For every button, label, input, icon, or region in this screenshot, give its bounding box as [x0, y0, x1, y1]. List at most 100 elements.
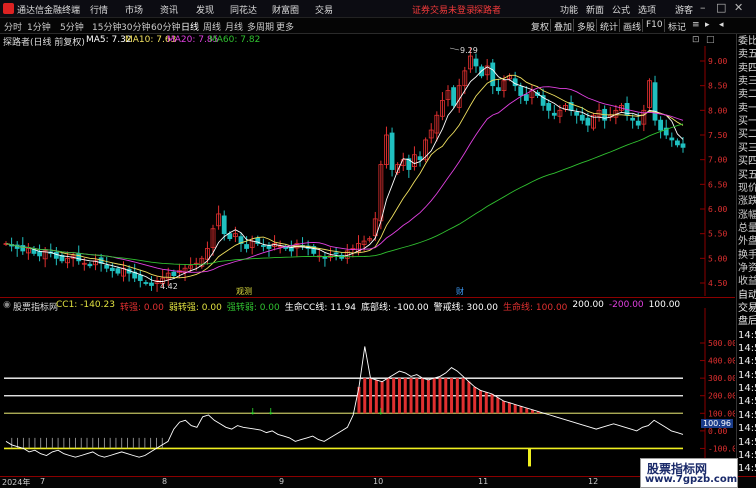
app-name: 通达信金融终端 [17, 6, 81, 16]
watermark-url: www.7gpzb.com [645, 474, 738, 485]
menu-wealth[interactable]: 财富圈 [272, 3, 299, 16]
tab-1min[interactable]: 1分钟 [27, 20, 51, 33]
statistics-button[interactable]: 统计 [600, 20, 618, 33]
new-page-button[interactable]: 新面 [586, 3, 604, 16]
menu-ask[interactable]: 同花达 [230, 3, 257, 16]
guest-label[interactable]: 游客 [675, 3, 693, 16]
candle-body [322, 256, 328, 259]
side-label: 卖三 [738, 76, 756, 88]
strength-bar [363, 378, 367, 414]
collapse-icon[interactable]: ⊡ [692, 35, 700, 45]
indicator-settings-icon[interactable]: ◉ [3, 300, 11, 310]
tab-daily[interactable]: 日线 [181, 20, 199, 33]
multi-stock-button[interactable]: 多股 [577, 20, 595, 33]
indicator-tick-label: 500.00 [708, 339, 735, 348]
indicator-panel[interactable]: ↓ ↓ ↓ 500.00 400.00 300.00 200.00 100.00 0.00 -1… [0, 297, 735, 476]
side-label: 委比 [738, 36, 756, 47]
function-button[interactable]: 功能 [560, 3, 578, 16]
candle-body [115, 268, 121, 274]
turn-strong-value: 转强: 0.00 [119, 303, 164, 313]
side-label: 14:56 [738, 329, 756, 341]
next-icon[interactable]: ▸ [705, 20, 710, 30]
cc1-line [5, 346, 684, 458]
candle-body [495, 87, 501, 91]
tab-more[interactable]: 更多 [276, 20, 294, 33]
menu-quotes[interactable]: 行情 [90, 3, 108, 16]
minimize-icon[interactable]: – [700, 1, 706, 14]
mark-button[interactable]: 标记 [668, 20, 686, 33]
side-label: 14:56 [738, 396, 756, 408]
buy-arrow-icon: ↓ [377, 408, 385, 418]
toolbar-divider [596, 19, 597, 32]
overlay-button[interactable]: 叠加 [554, 20, 572, 33]
strength-bar [502, 400, 506, 414]
toolbar-divider [642, 19, 643, 32]
tab-multi-period[interactable]: 多周期 [247, 20, 274, 33]
menu-trade[interactable]: 交易 [315, 3, 333, 16]
line-minus200-value: -200.00 [608, 300, 644, 310]
title-bar: 通达信金融终端 行情 市场 资讯 发现 同花达 财富圈 交易 证券交易未登录 探… [0, 0, 756, 18]
life-line-value: 生命线: 100.00 [503, 303, 568, 313]
indicator-tick-label: 100.00 [708, 409, 735, 418]
tab-intraday[interactable]: 分时 [4, 20, 22, 33]
candle-body [20, 245, 26, 252]
strength-bar [490, 393, 494, 414]
tab-5min[interactable]: 5分钟 [60, 20, 84, 33]
strong-to-weak-value: 强转弱: 0.00 [226, 303, 280, 313]
side-label: 买三 [738, 142, 756, 154]
candle-body [53, 252, 59, 259]
maximize-icon[interactable]: □ [716, 1, 726, 14]
side-label: 现价 [738, 182, 756, 194]
indicator-title: 股票指标网 [13, 303, 59, 313]
strength-bar [409, 378, 413, 414]
strength-bar [438, 378, 442, 414]
side-label: 盘后 [738, 316, 756, 328]
indicator-tick-label: -100.00 [708, 444, 735, 453]
menu-discover[interactable]: 发现 [196, 3, 214, 16]
draw-line-button[interactable]: 画线 [623, 20, 641, 33]
menu-icon[interactable]: ≡ [692, 20, 700, 30]
options-button[interactable]: 选项 [638, 3, 656, 16]
quote-side-panel: 委比 卖五 卖四 卖三 卖二 卖一 买一 买二 买三 买四 买五 现价 涨跌 涨幅 总量 外盘 换手 净资 收益 自动… [736, 34, 756, 475]
toolbar-divider [573, 19, 574, 32]
month-9: 9 [279, 477, 285, 486]
tab-weekly[interactable]: 周线 [203, 20, 221, 33]
candle-body [585, 117, 591, 126]
adjust-button[interactable]: 复权 [531, 20, 549, 33]
menu-news[interactable]: 资讯 [160, 3, 178, 16]
side-label: 14:56 [738, 369, 756, 381]
month-10: 10 [373, 477, 384, 486]
side-label: 买二 [738, 129, 756, 141]
tab-monthly[interactable]: 月线 [225, 20, 243, 33]
tab-15min[interactable]: 15分钟 [92, 20, 121, 33]
candle-body [546, 103, 552, 111]
side-label: 卖一 [738, 102, 756, 114]
close-icon[interactable]: ✕ [734, 1, 743, 14]
indicator-tick-label: 0.00 [708, 427, 727, 436]
prev-icon[interactable]: ◂ [719, 20, 724, 30]
candle-body [137, 274, 143, 281]
candlestick-panel[interactable]: 9.00 8.50 8.00 7.50 7.00 6.50 6.00 5.50 5.00 4.50… [0, 34, 735, 296]
stock-name-tag: 探路者 [474, 6, 502, 16]
strength-bar [496, 397, 500, 414]
expand-icon[interactable]: □ [706, 35, 715, 45]
strength-bar [432, 378, 436, 414]
side-label: 卖二 [738, 89, 756, 101]
candle-body [518, 86, 524, 96]
month-11: 11 [478, 477, 489, 486]
candle-body [109, 267, 115, 272]
tab-60min[interactable]: 60分钟 [151, 20, 180, 33]
side-label: 14:56 [738, 409, 756, 421]
tab-30min[interactable]: 30分钟 [121, 20, 150, 33]
indicator-tick-label: 200.00 [708, 392, 735, 401]
candle-body [87, 263, 93, 267]
candle-body [574, 111, 580, 116]
side-label: 14:56 [738, 449, 756, 461]
formula-button[interactable]: 公式 [612, 3, 630, 16]
current-value-tag: 100.96 [701, 419, 733, 428]
candle-body [451, 87, 457, 106]
menu-market[interactable]: 市场 [125, 3, 143, 16]
candle-body [635, 120, 641, 126]
f10-button[interactable]: F10 [646, 20, 663, 30]
login-warning[interactable]: 证券交易未登录 [412, 3, 475, 16]
